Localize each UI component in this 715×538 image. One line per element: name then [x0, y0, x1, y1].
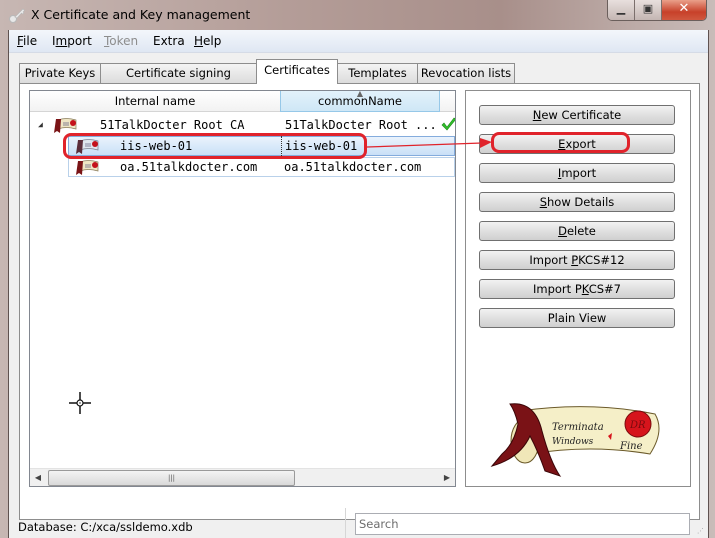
- sort-ascending-icon: ▲: [356, 90, 364, 98]
- tab-templates[interactable]: Templates: [337, 63, 418, 83]
- certificate-tree[interactable]: Internal name ▲ commonName ◢ 51TalkDocte…: [29, 90, 456, 487]
- menu-import-label-rest: port: [67, 34, 92, 48]
- tree-row[interactable]: iis-web-01 iis-web-01: [30, 136, 455, 156]
- cell-common-name: 51TalkDocter Root ...: [285, 118, 437, 132]
- menu-file-label: ile: [23, 34, 38, 48]
- column-internal-name[interactable]: Internal name: [30, 91, 281, 111]
- export-button[interactable]: Export: [479, 134, 675, 154]
- logo-text: Fine: [619, 441, 643, 452]
- button-label: Import P: [533, 282, 582, 296]
- certificate-scroll-icon: [76, 139, 99, 154]
- scroll-right-icon[interactable]: ▶: [439, 469, 455, 486]
- delete-button[interactable]: Delete: [479, 221, 675, 241]
- button-label: CS#7: [588, 282, 621, 296]
- title-bar: X Certificate and Key management ▁ ▣ ✕: [0, 0, 715, 30]
- cell-internal-name: iis-web-01: [120, 139, 193, 153]
- menu-help-label: elp: [203, 34, 222, 48]
- menu-import[interactable]: Import: [52, 34, 92, 48]
- tree-header: Internal name ▲ commonName: [30, 91, 455, 112]
- mnemonic: D: [558, 224, 567, 238]
- menu-extra[interactable]: Extra: [153, 34, 185, 48]
- logo-text: Terminata: [552, 422, 604, 433]
- tab-certificate-signing-requests[interactable]: Certificate signing requests: [100, 63, 257, 98]
- crosshair-cursor-icon: [69, 392, 91, 414]
- import-pkcs7-button[interactable]: Import PKCS#7: [479, 279, 675, 299]
- menu-token[interactable]: Token: [104, 34, 138, 48]
- tab-revocation-lists[interactable]: Revocation lists: [417, 63, 515, 83]
- tab-private-keys[interactable]: Private Keys: [19, 63, 101, 83]
- horizontal-scrollbar[interactable]: ◀ ||| ▶: [30, 468, 455, 486]
- button-label: Import: [529, 253, 572, 267]
- svg-text:DR: DR: [629, 420, 646, 431]
- cell-common-name: iis-web-01: [281, 136, 357, 156]
- import-button[interactable]: Import: [479, 163, 675, 183]
- button-label: xport: [565, 137, 596, 151]
- caption-buttons: ▁ ▣ ✕: [607, 0, 707, 21]
- maximize-icon: ▣: [642, 2, 654, 15]
- status-bar: Database: C:/xca/ssldemo.xdb ⋰: [9, 508, 708, 538]
- key-icon: [9, 8, 25, 23]
- show-details-button[interactable]: Show Details: [479, 192, 675, 212]
- mnemonic: H: [194, 34, 204, 48]
- close-icon: ✕: [678, 1, 690, 16]
- divider: [345, 508, 346, 538]
- mnemonic: S: [539, 195, 548, 209]
- xca-scroll-logo: DR Terminata Windows Fine: [490, 403, 660, 477]
- certificate-scroll-icon: [76, 160, 99, 175]
- cell-internal-name: 51TalkDocter Root CA: [100, 118, 245, 132]
- action-panel: New Certificate Export Import Show Detai…: [465, 90, 691, 487]
- menu-help[interactable]: Help: [194, 34, 221, 48]
- logo-text: Windows: [552, 437, 594, 447]
- mnemonic: m: [55, 34, 68, 48]
- mnemonic: K: [581, 282, 589, 296]
- button-label: ew Certificate: [541, 108, 622, 122]
- column-common-name[interactable]: ▲ commonName: [280, 91, 440, 112]
- collapse-arrow-icon[interactable]: ◢: [38, 115, 43, 135]
- button-label: elete: [566, 224, 596, 238]
- cell-common-name: oa.51talkdocter.com: [284, 160, 422, 174]
- minimize-icon: ▁: [616, 2, 626, 15]
- button-label: KCS#12: [578, 253, 625, 267]
- database-path: Database: C:/xca/ssldemo.xdb: [18, 520, 193, 534]
- scrollbar-thumb[interactable]: |||: [48, 470, 295, 486]
- certificates-panel: Internal name ▲ commonName ◢ 51TalkDocte…: [19, 83, 700, 520]
- menu-bar: File Import Token Extra Help: [9, 30, 708, 53]
- menu-token-label: oken: [109, 34, 139, 48]
- button-label: how Details: [547, 195, 615, 209]
- certificate-scroll-icon: [54, 118, 77, 133]
- resize-grip-icon[interactable]: ⋰: [697, 527, 707, 537]
- import-pkcs12-button[interactable]: Import PKCS#12: [479, 250, 675, 270]
- plain-view-button[interactable]: Plain View: [479, 308, 675, 328]
- new-certificate-button[interactable]: New Certificate: [479, 105, 675, 125]
- minimize-button[interactable]: ▁: [608, 0, 635, 20]
- menu-file[interactable]: File: [17, 34, 37, 48]
- client-area: File Import Token Extra Help Private Key…: [8, 30, 709, 538]
- window-title: X Certificate and Key management: [31, 7, 251, 22]
- button-label: mport: [561, 166, 597, 180]
- checkmark-icon: [441, 117, 455, 131]
- tab-certificates[interactable]: Certificates: [256, 59, 338, 84]
- button-label: Plain View: [547, 311, 607, 325]
- tree-row[interactable]: ◢ 51TalkDocter Root CA 51TalkDocter Root…: [30, 115, 455, 135]
- close-button[interactable]: ✕: [662, 0, 706, 20]
- cell-internal-name: oa.51talkdocter.com: [120, 160, 258, 174]
- scroll-left-icon[interactable]: ◀: [30, 469, 46, 486]
- tree-row[interactable]: oa.51talkdocter.com oa.51talkdocter.com: [30, 157, 455, 177]
- app-window: X Certificate and Key management ▁ ▣ ✕ F…: [0, 0, 715, 538]
- search-input[interactable]: [355, 513, 690, 535]
- maximize-button[interactable]: ▣: [635, 0, 662, 20]
